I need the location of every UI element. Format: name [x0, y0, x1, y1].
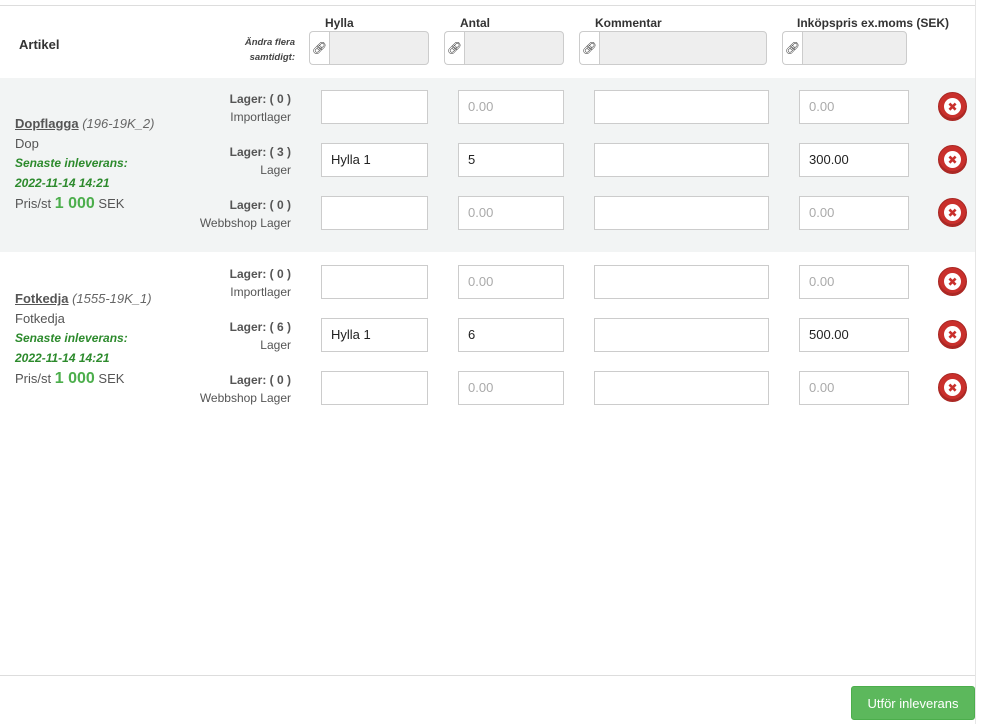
link-icon[interactable]: 🔗︎	[579, 31, 599, 65]
link-icon[interactable]: 🔗︎	[444, 31, 464, 65]
warehouse-label: Lager: ( 0 ) Importlager	[229, 267, 291, 299]
pris-input[interactable]: 0.00	[799, 371, 909, 405]
column-header-hylla: Hylla	[325, 16, 354, 30]
article-block: Dopflagga (196-19K_2) Dop Senaste inleve…	[0, 78, 975, 252]
kommentar-input[interactable]	[594, 90, 769, 124]
multi-edit-label: Ändra flera samtidigt:	[244, 37, 295, 63]
delete-row-button[interactable]: ✖	[938, 320, 967, 349]
pris-input[interactable]: 500.00	[799, 318, 909, 352]
warehouse-label: Lager: ( 6 ) Lager	[229, 320, 291, 352]
link-icon[interactable]: 🔗︎	[782, 31, 802, 65]
right-divider	[975, 0, 976, 724]
antal-input[interactable]: 0.00	[458, 196, 564, 230]
kommentar-input[interactable]	[594, 371, 769, 405]
multi-edit-antal-input[interactable]	[464, 31, 564, 65]
column-header-kommentar: Kommentar	[595, 16, 662, 30]
multi-edit-hylla: 🔗︎	[309, 31, 429, 65]
antal-input[interactable]: 0.00	[458, 90, 564, 124]
warehouse-label: Lager: ( 3 ) Lager	[229, 145, 291, 177]
close-icon: ✖	[944, 151, 961, 168]
multi-edit-kommentar-input[interactable]	[599, 31, 767, 65]
multi-edit-antal: 🔗︎	[444, 31, 564, 65]
hylla-input[interactable]	[321, 265, 428, 299]
hylla-input[interactable]	[321, 90, 428, 124]
delete-row-button[interactable]: ✖	[938, 267, 967, 296]
delete-row-button[interactable]: ✖	[938, 92, 967, 121]
multi-edit-pris: 🔗︎	[782, 31, 907, 65]
link-icon[interactable]: 🔗︎	[309, 31, 329, 65]
hylla-input[interactable]: Hylla 1	[321, 318, 428, 352]
delete-row-button[interactable]: ✖	[938, 373, 967, 402]
close-icon: ✖	[944, 379, 961, 396]
warehouse-label: Lager: ( 0 ) Importlager	[229, 92, 291, 124]
column-header-pris: Inköpspris ex.moms (SEK)	[797, 16, 950, 30]
warehouse-label: Lager: ( 0 ) Webbshop Lager	[199, 373, 291, 405]
submit-delivery-button[interactable]: Utför inleverans	[851, 686, 975, 720]
article-block: Fotkedja (1555-19K_1) Fotkedja Senaste i…	[0, 253, 975, 427]
close-icon: ✖	[944, 273, 961, 290]
kommentar-input[interactable]	[594, 265, 769, 299]
close-icon: ✖	[944, 98, 961, 115]
antal-input[interactable]: 5	[458, 143, 564, 177]
close-icon: ✖	[944, 204, 961, 221]
column-header-antal: Antal	[460, 16, 490, 30]
kommentar-input[interactable]	[594, 318, 769, 352]
pris-input[interactable]: 0.00	[799, 265, 909, 299]
hylla-input[interactable]	[321, 196, 428, 230]
footer-divider	[0, 675, 975, 676]
multi-edit-hylla-input[interactable]	[329, 31, 429, 65]
antal-input[interactable]: 0.00	[458, 371, 564, 405]
antal-input[interactable]: 6	[458, 318, 564, 352]
antal-input[interactable]: 0.00	[458, 265, 564, 299]
kommentar-input[interactable]	[594, 143, 769, 177]
pris-input[interactable]: 0.00	[799, 196, 909, 230]
multi-edit-kommentar: 🔗︎	[579, 31, 767, 65]
kommentar-input[interactable]	[594, 196, 769, 230]
warehouse-label: Lager: ( 0 ) Webbshop Lager	[199, 198, 291, 230]
header-artikel: Artikel	[19, 37, 60, 52]
multi-edit-pris-input[interactable]	[802, 31, 907, 65]
pris-input[interactable]: 0.00	[799, 90, 909, 124]
top-divider	[0, 5, 975, 6]
delete-row-button[interactable]: ✖	[938, 145, 967, 174]
pris-input[interactable]: 300.00	[799, 143, 909, 177]
hylla-input[interactable]: Hylla 1	[321, 143, 428, 177]
delete-row-button[interactable]: ✖	[938, 198, 967, 227]
close-icon: ✖	[944, 326, 961, 343]
hylla-input[interactable]	[321, 371, 428, 405]
